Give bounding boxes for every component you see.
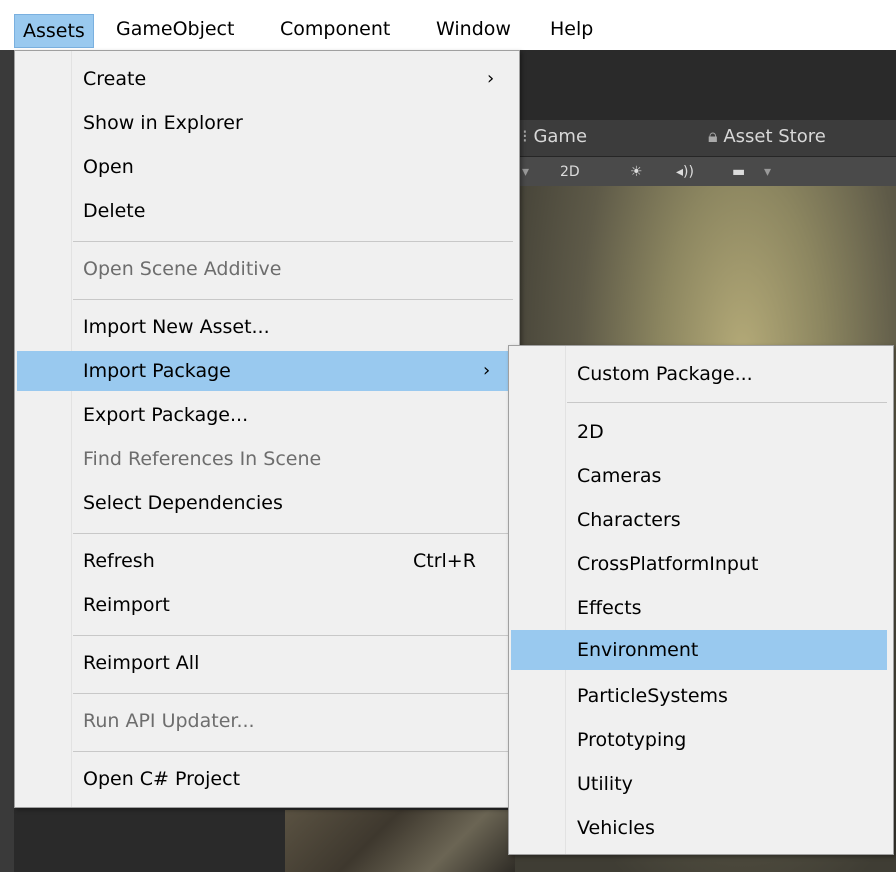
menu-bar: Assets GameObject Component Window Help — [0, 0, 896, 50]
submenu-item-custom-package[interactable]: Custom Package... — [511, 354, 891, 394]
menu-item-select-dependencies[interactable]: Select Dependencies — [17, 483, 517, 523]
menu-item-reimport-all[interactable]: Reimport All — [17, 643, 517, 683]
lock-icon: 🔒︎ — [708, 126, 724, 147]
game-icon: ⁝ — [522, 126, 534, 147]
chevron-right-icon: › — [483, 360, 491, 381]
submenu-item-environment[interactable]: Environment — [511, 630, 887, 670]
menu-separator — [73, 751, 513, 752]
asset-store-tab-label: Asset Store — [723, 126, 826, 147]
submenu-item-vehicles[interactable]: Vehicles — [511, 808, 891, 848]
menu-separator — [73, 241, 513, 242]
menu-item-open[interactable]: Open — [17, 147, 517, 187]
menu-item-create[interactable]: Create › — [17, 59, 517, 99]
2d-toggle-button[interactable]: 2D — [560, 161, 580, 183]
hierarchy-panel-edge — [0, 50, 14, 872]
shortcut-label: Ctrl+R — [413, 550, 476, 572]
game-tab[interactable]: ⁝ Game — [522, 126, 587, 147]
submenu-item-characters[interactable]: Characters — [511, 500, 891, 540]
menu-item-open-csharp-project[interactable]: Open C# Project — [17, 759, 517, 799]
asset-store-tab[interactable]: 🔒︎ Asset Store — [708, 126, 826, 147]
import-package-submenu: Custom Package... 2D Cameras Characters … — [508, 345, 894, 855]
menu-item-import-package[interactable]: Import Package › — [17, 351, 517, 391]
menu-separator — [73, 533, 513, 534]
game-tab-label: Game — [533, 126, 588, 147]
view-tab-bar: ⁝ Game 🔒︎ Asset Store — [512, 120, 896, 156]
assets-menu: Create › Show in Explorer Open Delete Op… — [14, 50, 520, 808]
submenu-item-crossplatforminput[interactable]: CrossPlatformInput — [511, 544, 891, 584]
submenu-item-prototyping[interactable]: Prototyping — [511, 720, 891, 760]
lighting-toggle-icon[interactable]: ☀ — [630, 161, 643, 183]
audio-toggle-icon[interactable]: ◂)) — [676, 161, 694, 183]
submenu-item-cameras[interactable]: Cameras — [511, 456, 891, 496]
menu-help[interactable]: Help — [542, 12, 601, 46]
menu-item-import-new-asset[interactable]: Import New Asset... — [17, 307, 517, 347]
menu-item-find-references[interactable]: Find References In Scene — [17, 439, 517, 479]
menu-item-run-api-updater[interactable]: Run API Updater... — [17, 701, 517, 741]
menu-separator — [567, 402, 887, 403]
menu-item-reimport[interactable]: Reimport — [17, 585, 517, 625]
menu-assets[interactable]: Assets — [14, 14, 94, 48]
menu-item-export-package[interactable]: Export Package... — [17, 395, 517, 435]
submenu-item-utility[interactable]: Utility — [511, 764, 891, 804]
effects-toggle-icon[interactable]: ▬ — [732, 161, 745, 183]
menu-item-show-in-explorer[interactable]: Show in Explorer — [17, 103, 517, 143]
effects-dropdown-icon[interactable]: ▾ — [764, 161, 771, 183]
dropdown-arrow-icon[interactable]: ▾ — [522, 161, 529, 183]
menu-item-delete[interactable]: Delete — [17, 191, 517, 231]
menu-component[interactable]: Component — [272, 12, 398, 46]
submenu-item-2d[interactable]: 2D — [511, 412, 891, 452]
menu-item-refresh[interactable]: Refresh Ctrl+R — [17, 541, 517, 581]
menu-gameobject[interactable]: GameObject — [108, 12, 242, 46]
menu-separator — [73, 635, 513, 636]
scene-toolbar: ▾ 2D ☀ ◂)) ▬ ▾ — [512, 156, 896, 187]
chevron-right-icon: › — [487, 68, 495, 89]
menu-item-open-scene-additive[interactable]: Open Scene Additive — [17, 249, 517, 289]
menu-separator — [73, 299, 513, 300]
scene-view-terrain-lower — [285, 810, 515, 872]
menu-separator — [73, 693, 513, 694]
menu-window[interactable]: Window — [428, 12, 519, 46]
submenu-item-effects[interactable]: Effects — [511, 588, 891, 628]
submenu-item-particlesystems[interactable]: ParticleSystems — [511, 676, 891, 716]
